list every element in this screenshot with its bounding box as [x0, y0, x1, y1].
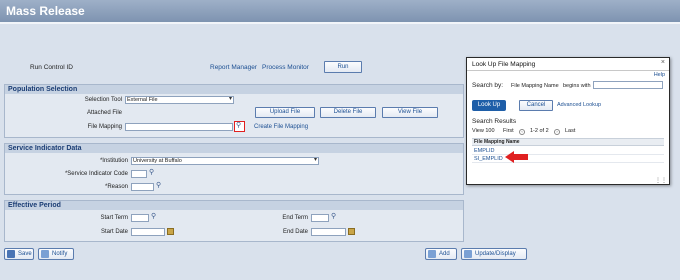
page-title-bar: Mass Release — [0, 0, 680, 24]
file-mapping-label: File Mapping — [87, 124, 122, 130]
previous-icon[interactable]: ‹ — [519, 129, 525, 135]
start-term-input[interactable] — [131, 214, 149, 222]
look-up-button[interactable]: Look Up — [472, 100, 506, 111]
result-range: 1-2 of 2 — [530, 128, 549, 134]
population-selection-title: Population Selection — [5, 85, 463, 94]
file-mapping-search-input[interactable] — [593, 81, 663, 89]
cancel-button[interactable]: Cancel — [519, 100, 553, 111]
run-button[interactable]: Run — [324, 61, 362, 73]
report-manager-link[interactable]: Report Manager — [210, 64, 257, 71]
selection-tool-select[interactable]: External File — [125, 96, 234, 104]
service-indicator-code-label: *Service Indicator Code — [64, 171, 128, 177]
lookup-file-mapping-modal: Look Up File Mapping × Help Search by: F… — [466, 57, 670, 185]
add-icon — [428, 250, 436, 258]
notify-button[interactable]: Notify — [38, 248, 74, 260]
end-date-calendar-icon[interactable] — [348, 228, 355, 235]
last-link[interactable]: Last — [565, 128, 575, 134]
red-arrow-annotation — [505, 151, 528, 163]
help-link[interactable]: Help — [654, 72, 665, 78]
file-mapping-input[interactable] — [125, 123, 233, 131]
notify-icon — [41, 250, 49, 258]
save-button[interactable]: Save — [4, 248, 34, 260]
update-display-label: Update/Display — [475, 251, 516, 257]
start-term-label: Start Term — [100, 215, 128, 221]
table-row[interactable]: SI_EMPLID — [472, 155, 664, 163]
reason-input[interactable] — [131, 183, 154, 191]
reason-label: *Reason — [104, 184, 128, 190]
service-indicator-title: Service Indicator Data — [5, 144, 463, 153]
search-by-field: File Mapping Name — [511, 83, 559, 89]
selection-tool-label: Selection Tool — [84, 97, 122, 103]
grid-column-header: File Mapping Name — [472, 138, 664, 146]
update-display-button[interactable]: Update/Display — [461, 248, 527, 260]
reason-lookup-icon[interactable]: ⚲ — [156, 181, 161, 189]
save-label: Save — [18, 251, 32, 257]
service-indicator-code-lookup-icon[interactable]: ⚲ — [149, 168, 154, 176]
start-term-lookup-icon[interactable]: ⚲ — [151, 212, 156, 220]
notify-label: Notify — [52, 251, 68, 257]
upload-file-button[interactable]: Upload File — [255, 107, 315, 118]
table-row[interactable]: EMPLID — [472, 147, 664, 155]
attached-file-label: Attached File — [86, 110, 122, 116]
end-date-label: End Date — [282, 229, 308, 235]
add-button[interactable]: Add — [425, 248, 457, 260]
effective-period-section: Effective Period — [4, 200, 464, 242]
search-operator: begins with — [563, 83, 591, 89]
view-file-button[interactable]: View File — [382, 107, 438, 118]
update-display-icon — [464, 250, 472, 258]
search-results-title: Search Results — [472, 118, 517, 125]
institution-label: *Institution — [99, 158, 128, 164]
start-date-input[interactable] — [131, 228, 165, 236]
process-monitor-link[interactable]: Process Monitor — [262, 64, 309, 71]
institution-select[interactable]: University at Buffalo — [131, 157, 319, 165]
create-file-mapping-link[interactable]: Create File Mapping — [254, 124, 308, 130]
search-by-label: Search by: — [472, 82, 504, 89]
run-control-label: Run Control ID — [30, 64, 73, 71]
end-date-input[interactable] — [311, 228, 346, 236]
advanced-lookup-link[interactable]: Advanced Lookup — [557, 102, 601, 108]
first-link[interactable]: First — [503, 128, 514, 134]
service-indicator-code-input[interactable] — [131, 170, 147, 178]
save-icon — [7, 250, 15, 258]
end-term-lookup-icon[interactable]: ⚲ — [331, 212, 336, 220]
next-icon[interactable]: › — [554, 129, 560, 135]
add-label: Add — [439, 251, 450, 257]
modal-header-divider — [467, 70, 669, 71]
end-term-input[interactable] — [311, 214, 329, 222]
file-mapping-lookup-button[interactable]: ⚲ — [234, 121, 245, 132]
end-term-label: End Term — [282, 215, 308, 221]
modal-title: Look Up File Mapping — [472, 61, 536, 68]
view-100-link[interactable]: View 100 — [472, 128, 495, 134]
page-title: Mass Release — [6, 4, 85, 18]
close-icon[interactable]: × — [661, 59, 665, 66]
effective-period-title: Effective Period — [5, 201, 463, 210]
start-date-calendar-icon[interactable] — [167, 228, 174, 235]
start-date-label: Start Date — [100, 229, 128, 235]
magnifier-icon: ⚲ — [236, 122, 242, 129]
resize-grip-icon[interactable]: ⋮⋮ — [655, 177, 667, 184]
delete-file-button[interactable]: Delete File — [320, 107, 376, 118]
